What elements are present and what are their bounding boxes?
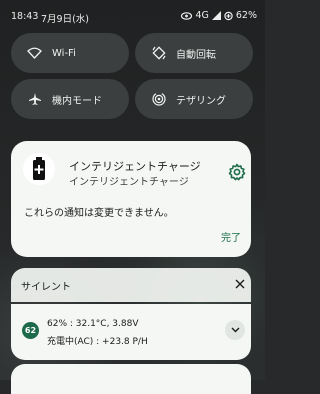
- silent-label: サイレント: [21, 282, 71, 293]
- tile-label: Wi-Fi: [52, 47, 76, 59]
- chevron-down-icon: [231, 327, 239, 333]
- close-icon[interactable]: [234, 278, 246, 290]
- gear-icon[interactable]: [228, 163, 246, 181]
- status-date: 7月9日(水): [41, 14, 90, 25]
- card-message: これらの通知は変更できません。: [24, 208, 174, 219]
- card-title: インテリジェントチャージ: [69, 160, 201, 173]
- tile-label: 機内モード: [52, 95, 102, 107]
- silent-section-header: サイレント: [11, 268, 251, 302]
- wifi-icon: [27, 46, 42, 61]
- status-bar: 18:43 7月9日(水) 4G 62%: [0, 0, 265, 30]
- tile-label: テザリング: [176, 95, 226, 107]
- battery-notification[interactable]: 62 62% : 32.1°C, 3.88V 充電中(AC) : +23.8 P…: [11, 304, 251, 360]
- expand-button[interactable]: [225, 320, 245, 340]
- tile-label: 自動回転: [176, 49, 216, 61]
- tile-airplane-mode[interactable]: 機内モード: [11, 79, 129, 119]
- battery-percent: 62%: [235, 10, 257, 21]
- status-icons: 4G 62%: [181, 10, 257, 21]
- eye-icon: [181, 11, 193, 20]
- auto-rotate-icon: [151, 46, 166, 61]
- status-time: 18:43: [11, 11, 39, 22]
- tile-auto-rotate[interactable]: 自動回転: [135, 33, 253, 73]
- tile-wifi[interactable]: Wi-Fi: [11, 33, 129, 73]
- signal-icon: [211, 11, 221, 20]
- airplane-icon: [27, 92, 42, 107]
- card-subtitle: インテリジェントチャージ: [69, 177, 189, 188]
- next-notification-peek: [11, 364, 251, 394]
- battery-level-badge: 62: [22, 322, 39, 339]
- charging-status-line: 充電中(AC) : +23.8 P/H: [47, 337, 148, 347]
- done-button[interactable]: 完了: [221, 229, 241, 244]
- hotspot-icon: [151, 92, 166, 107]
- battery-status-line: 62% : 32.1°C, 3.88V: [47, 319, 139, 329]
- tile-tethering[interactable]: テザリング: [135, 79, 253, 119]
- battery-app-icon: [23, 153, 55, 185]
- intelligent-charge-card: インテリジェントチャージ インテリジェントチャージ これらの通知は変更できません…: [11, 141, 251, 257]
- network-label: 4G: [195, 10, 209, 21]
- battery-saver-icon: [224, 11, 233, 20]
